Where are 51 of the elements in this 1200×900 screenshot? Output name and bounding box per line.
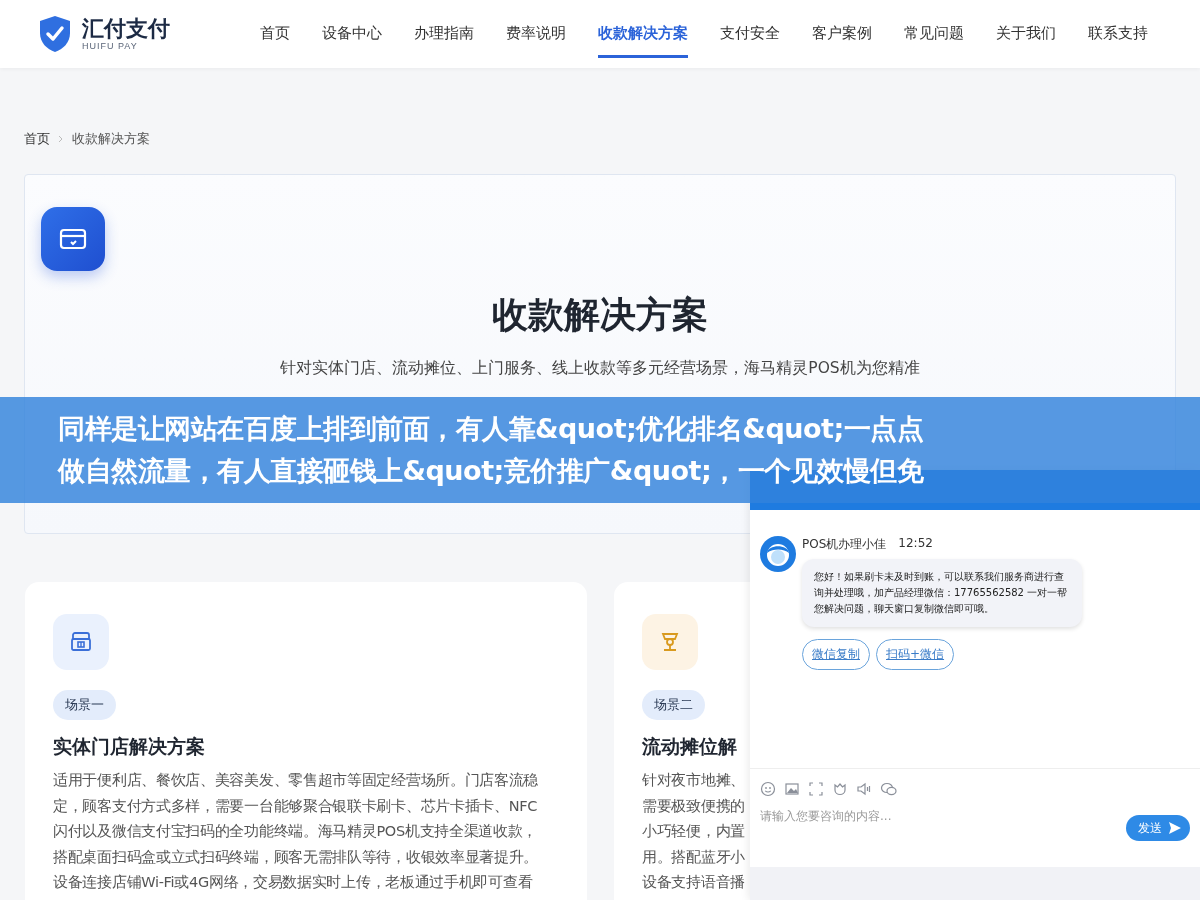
- nav-link[interactable]: 收款解决方案: [598, 0, 688, 58]
- card-text: 搭配桌面扫码盒或立式扫码终端，顾客无需排队等待，收银效率显著提升。: [53, 847, 539, 867]
- lamp-icon: [642, 614, 698, 670]
- message-bubble: 您好！如果刷卡未及时到账，可以联系我们服务商进行查询并处理哦，加产品经理微信：17765562582 一对一帮您解决问题，聊天窗口复制微信即可哦。: [802, 559, 1082, 627]
- hero-title: 收款解决方案: [492, 293, 708, 337]
- card-text: 小巧轻便，内置: [642, 822, 745, 841]
- card-text: 用。搭配蓝牙小: [642, 847, 745, 867]
- quick-reply-button[interactable]: 微信复制: [802, 639, 870, 670]
- nav-link[interactable]: 费率说明: [490, 0, 582, 68]
- emoji-icon[interactable]: [760, 781, 776, 797]
- nav-link[interactable]: 支付安全: [704, 0, 796, 68]
- nav-link[interactable]: 联系支持: [1072, 0, 1164, 68]
- flower-icon[interactable]: [832, 781, 848, 797]
- message-time: 12:52: [898, 536, 933, 552]
- scenario-tag: 场景二: [642, 690, 705, 720]
- send-button[interactable]: 发送: [1126, 815, 1190, 841]
- banner-text: 做自然流量，有人直接砸钱上&quot;竞价推广&quot;，一个见效慢但免: [58, 454, 924, 488]
- send-icon: [1168, 821, 1182, 835]
- breadcrumb-link[interactable]: 收款解决方案: [72, 130, 150, 148]
- breadcrumb-link[interactable]: 首页: [24, 130, 50, 148]
- avatar-icon: [760, 536, 796, 572]
- card-text: 适用于便利店、餐饮店、美容美发、零售超市等固定经营场所。门店客流稳: [53, 771, 539, 790]
- nav-link[interactable]: 首页: [244, 0, 306, 68]
- card-text: 针对夜市地摊、: [642, 771, 745, 790]
- register-icon: [53, 614, 109, 670]
- image-icon[interactable]: [784, 781, 800, 797]
- card-text: 定，顾客支付方式多样，需要一台能够聚合银联卡刷卡、芯片卡插卡、NFC: [53, 796, 538, 816]
- logo-name: 汇付支付: [82, 17, 170, 41]
- speaker-icon[interactable]: [856, 781, 872, 797]
- chevron-icon: [58, 135, 64, 143]
- wechat-icon[interactable]: [880, 781, 898, 797]
- card-text: 需要极致便携的: [642, 796, 745, 816]
- logo-subtitle: HUIFU PAY: [82, 41, 139, 51]
- card-title: 流动摊位解: [642, 734, 737, 759]
- card-icon: [41, 207, 105, 271]
- shield-check-icon: [38, 15, 72, 53]
- card-title: 实体门店解决方案: [53, 734, 205, 759]
- quick-reply-button[interactable]: 扫码+微信: [876, 639, 955, 670]
- banner-text: 同样是让网站在百度上排到前面，有人靠&quot;优化排名&quot;一点点: [58, 412, 924, 446]
- nav-link[interactable]: 关于我们: [980, 0, 1072, 68]
- hero-description: 针对实体门店、流动摊位、上门服务、线上收款等多元经营场景，海马精灵POS机为您精准: [280, 358, 920, 379]
- nav-link[interactable]: 设备中心: [306, 0, 398, 68]
- nav-link[interactable]: 客户案例: [796, 0, 888, 68]
- sender-name: POS机办理小佳: [802, 536, 887, 553]
- card-text: 设备支持语音播: [642, 873, 745, 892]
- screenshot-icon[interactable]: [808, 781, 824, 797]
- scenario-tag: 场景一: [53, 690, 116, 720]
- nav-link[interactable]: 常见问题: [888, 0, 980, 68]
- card-text: 闪付以及微信支付宝扫码的全功能终端。海马精灵POS机支持全渠道收款，: [53, 822, 538, 841]
- card-text: 设备连接店铺Wi-Fi或4G网络，交易数据实时上传，老板通过手机即可查看: [53, 873, 533, 892]
- nav-link[interactable]: 办理指南: [398, 0, 490, 68]
